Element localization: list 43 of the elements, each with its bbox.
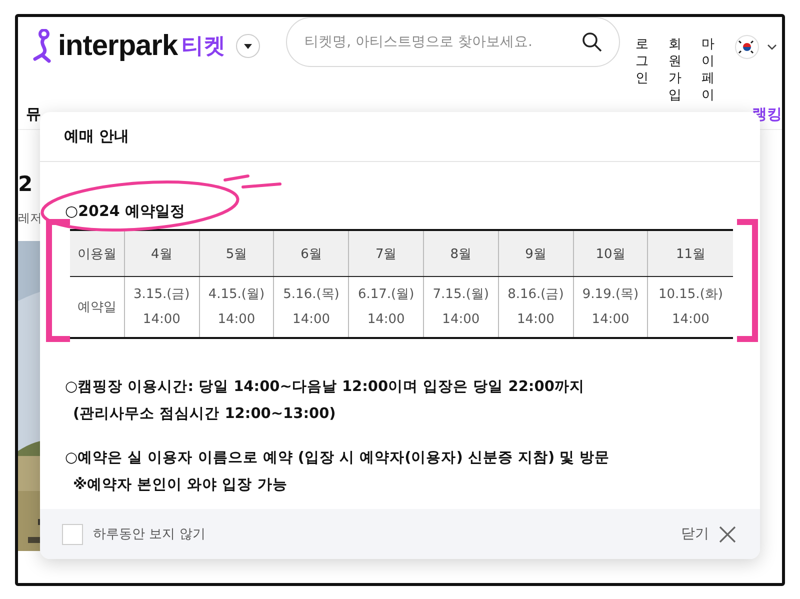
page-heading: 2 (18, 172, 33, 196)
table-cell: 9.19.(목) 14:00 (573, 276, 648, 338)
table-header: 이용월 (70, 230, 124, 276)
table-cell: 3.15.(금) 14:00 (124, 276, 200, 338)
table-header: 10월 (573, 230, 648, 276)
table-header: 7월 (348, 230, 424, 276)
chevron-down-icon[interactable] (766, 44, 777, 50)
logo-icon (32, 29, 54, 63)
table-header: 6월 (274, 230, 349, 276)
table-cell: 예약일 (70, 276, 124, 338)
table-header: 5월 (199, 230, 274, 276)
table-header: 9월 (498, 230, 574, 276)
table-cell: 4.15.(월) 14:00 (199, 276, 274, 338)
table-cell: 6.17.(월) 14:00 (348, 276, 424, 338)
notice-text: ○예약은 실 이용자 이름으로 예약 (입장 시 예약자(이용자) 신분증 지참) 및 방문 (65, 449, 611, 467)
notice-text: ○캠핑장 이용시간: 당일 14:00~다음날 12:00이며 입장은 당일 22:00까지 (65, 378, 586, 396)
table-header: 4월 (124, 230, 200, 276)
dropdown-button[interactable] (236, 34, 260, 58)
search-field[interactable]: 티켓명, 아티스트명으로 찾아보세요. (286, 17, 620, 67)
hide-today-checkbox[interactable]: 하루동안 보지 않기 (62, 524, 206, 544)
table-header: 8월 (424, 230, 498, 276)
notice-text: ※예약자 본인이 와야 입장 가능 (72, 476, 288, 494)
table-cell: 5.16.(목) 14:00 (274, 276, 349, 338)
category-label: 레저 (18, 210, 42, 227)
table-cell: 8.16.(금) 14:00 (498, 276, 574, 338)
header-link[interactable]: 로그인 (636, 37, 649, 105)
table-header: 11월 (648, 230, 733, 276)
logo-suffix[interactable]: 티켓 (182, 31, 226, 61)
table-cell: 10.15.(화) 14:00 (648, 276, 733, 338)
notice-text: (관리사무소 점심시간 12:00~13:00) (72, 405, 337, 423)
close-button[interactable]: 닫기 (681, 525, 736, 543)
table-cell: 7.15.(월) 14:00 (424, 276, 498, 338)
section-title: ○2024 예약일정 (65, 202, 186, 221)
nav-item[interactable]: 뮤 (26, 104, 41, 124)
flag-icon[interactable] (734, 35, 759, 59)
header-link[interactable]: 회원가입 (668, 37, 682, 105)
logo-text[interactable]: interpark (58, 30, 178, 62)
search-icon[interactable] (582, 32, 602, 52)
close-icon (719, 526, 736, 542)
caret-icon (244, 44, 252, 48)
scribble-mark (224, 174, 282, 188)
dialog-title: 예매 안내 (64, 127, 130, 146)
header-link[interactable]: 마이페이 (702, 37, 715, 105)
